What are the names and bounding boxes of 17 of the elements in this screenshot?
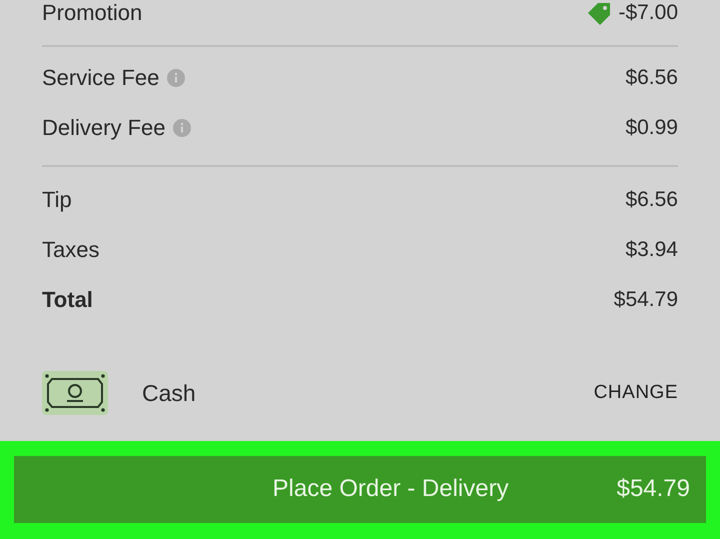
change-link[interactable]: CHANGE <box>594 382 678 404</box>
fee-amount: -$7.00 <box>618 1 678 25</box>
cash-icon <box>42 371 108 416</box>
info-icon[interactable] <box>167 69 186 87</box>
fee-label: Promotion <box>42 0 142 26</box>
fee-amount: $6.56 <box>625 188 678 212</box>
fee-label: Service Fee <box>42 65 160 91</box>
fee-amount: $0.99 <box>625 116 678 140</box>
fee-amount: $6.56 <box>625 66 678 90</box>
fee-label: Tip <box>42 187 72 213</box>
fee-label: Delivery Fee <box>42 115 166 141</box>
total-label: Total <box>42 287 93 313</box>
payment-method: Cash <box>142 380 197 407</box>
total-amount: $54.79 <box>614 288 678 312</box>
info-icon[interactable] <box>173 119 192 137</box>
fee-amount: $3.94 <box>625 238 678 262</box>
fee-label: Taxes <box>42 237 100 263</box>
